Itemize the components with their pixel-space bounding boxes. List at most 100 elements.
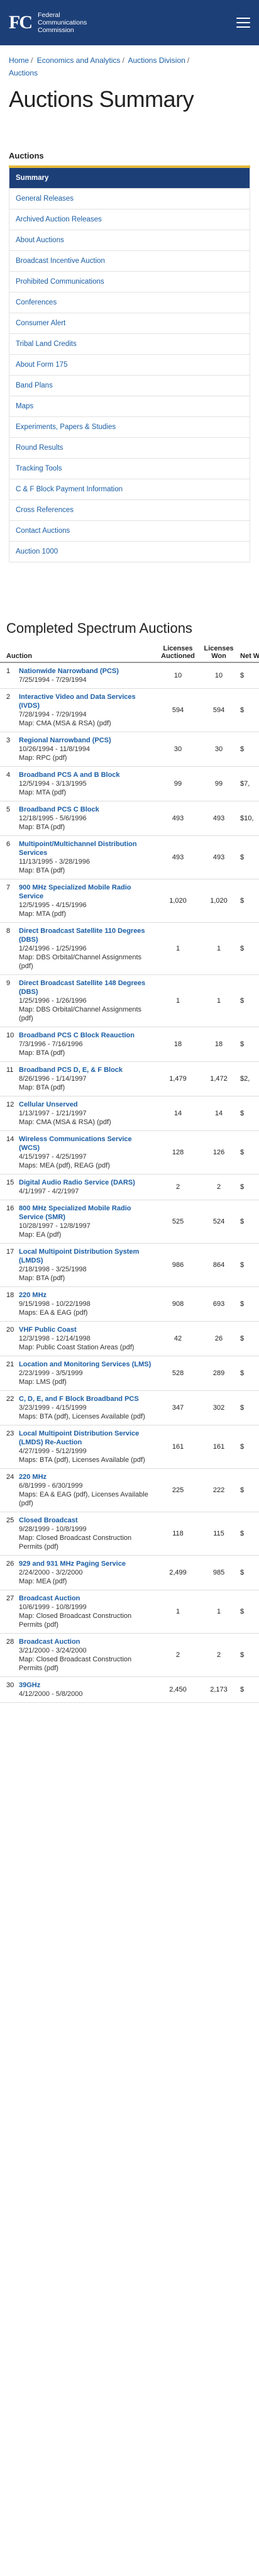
- fcc-logo-text[interactable]: Federal Communications Commission: [38, 11, 87, 34]
- auction-map-link[interactable]: Map: BTA (pdf): [19, 1049, 153, 1057]
- auction-name-link[interactable]: 929 and 931 MHz Paging Service: [19, 1559, 153, 1568]
- auction-map-link[interactable]: Map: MTA (pdf): [19, 788, 153, 797]
- section-nav-item[interactable]: General Releases: [9, 189, 250, 209]
- auction-dates: 7/28/1994 - 7/29/1994: [19, 711, 87, 718]
- section-nav-item[interactable]: Round Results: [9, 438, 250, 459]
- auction-dates: 11/13/1995 - 3/28/1996: [19, 858, 90, 866]
- section-nav-item[interactable]: Experiments, Papers & Studies: [9, 417, 250, 438]
- auction-name-link[interactable]: 39GHz: [19, 1681, 153, 1690]
- auction-map-link[interactable]: Map: MEA (pdf): [19, 1577, 153, 1586]
- auction-map-link[interactable]: Map: Closed Broadcast Construction Permi…: [19, 1655, 153, 1673]
- auction-cell: 900 MHz Specialized Mobile Radio Service…: [16, 879, 157, 923]
- fcc-logo-icon[interactable]: FC: [9, 11, 33, 35]
- auction-name-link[interactable]: Broadband PCS C Block: [19, 805, 153, 814]
- auction-name-link[interactable]: Closed Broadcast: [19, 1516, 153, 1525]
- table-row: 1 Nationwide Narrowband (PCS) 7/25/1994 - …: [0, 662, 259, 689]
- auction-cell: Direct Broadcast Satellite 110 Degrees (…: [16, 922, 157, 975]
- net-winning-bids: $: [238, 1512, 259, 1556]
- auction-name-link[interactable]: Multipoint/Multichannel Distribution Ser…: [19, 840, 153, 857]
- section-nav-item[interactable]: Prohibited Communications: [9, 272, 250, 293]
- section-nav-item[interactable]: Archived Auction Releases: [9, 209, 250, 230]
- licenses-auctioned: 1,020: [156, 879, 201, 923]
- auction-name-link[interactable]: 900 MHz Specialized Mobile Radio Service: [19, 883, 153, 901]
- auction-name-link[interactable]: 220 MHz: [19, 1473, 153, 1481]
- column-header-auction: Auction: [0, 643, 157, 663]
- auction-map-link[interactable]: Map: RPC (pdf): [19, 754, 153, 762]
- auction-cell: 800 MHz Specialized Mobile Radio Service…: [16, 1200, 157, 1244]
- auction-name-link[interactable]: 220 MHz: [19, 1291, 153, 1300]
- section-nav-item[interactable]: About Auctions: [9, 230, 250, 251]
- auction-map-link[interactable]: Maps: BTA (pdf), Licenses Available (pdf…: [19, 1456, 153, 1464]
- auction-name-link[interactable]: Wireless Communications Service (WCS): [19, 1135, 153, 1152]
- auction-map-link[interactable]: Map: Public Coast Station Areas (pdf): [19, 1343, 153, 1352]
- section-nav-item[interactable]: Consumer Alert: [9, 313, 250, 334]
- auction-name-link[interactable]: Direct Broadcast Satellite 148 Degrees (…: [19, 979, 153, 996]
- section-nav-item[interactable]: Band Plans: [9, 376, 250, 396]
- auction-name-link[interactable]: C, D, E, and F Block Broadband PCS: [19, 1395, 153, 1403]
- auction-dates: 2/18/1998 - 3/25/1998: [19, 1266, 87, 1273]
- section-nav-item[interactable]: Broadcast Incentive Auction: [9, 251, 250, 272]
- auction-name-link[interactable]: Broadband PCS D, E, & F Block: [19, 1066, 153, 1074]
- auction-map-link[interactable]: Map: BTA (pdf): [19, 1083, 153, 1092]
- section-nav-item[interactable]: Contact Auctions: [9, 521, 250, 542]
- section-nav-item[interactable]: Cross References: [9, 500, 250, 521]
- auction-name-link[interactable]: Local Multipoint Distribution Service (L…: [19, 1429, 153, 1447]
- column-header-licenses-won: Licenses Won: [200, 643, 238, 663]
- licenses-auctioned: 161: [156, 1425, 201, 1469]
- auction-name-link[interactable]: Regional Narrowband (PCS): [19, 736, 153, 745]
- auction-map-link[interactable]: Map: DBS Orbital/Channel Assignments (pd…: [19, 953, 153, 971]
- auction-name-link[interactable]: 800 MHz Specialized Mobile Radio Service…: [19, 1204, 153, 1222]
- licenses-won: 493: [200, 835, 238, 879]
- net-winning-bids: $: [238, 1130, 259, 1174]
- auction-map-link[interactable]: Map: Closed Broadcast Construction Permi…: [19, 1534, 153, 1551]
- hamburger-menu-icon[interactable]: [236, 18, 250, 28]
- section-nav-item[interactable]: Tracking Tools: [9, 459, 250, 479]
- auction-map-link[interactable]: Map: EA (pdf): [19, 1230, 153, 1239]
- auction-name-link[interactable]: Digital Audio Radio Service (DARS): [19, 1178, 153, 1187]
- auction-map-link[interactable]: Map: Closed Broadcast Construction Permi…: [19, 1612, 153, 1629]
- breadcrumb-home[interactable]: Home: [9, 56, 29, 65]
- completed-auctions-table-wrapper[interactable]: Auction Licenses Auctioned Licenses Won …: [0, 643, 259, 1703]
- section-nav-item[interactable]: Conferences: [9, 293, 250, 313]
- auction-name-link[interactable]: Cellular Unserved: [19, 1100, 153, 1109]
- auction-name-link[interactable]: Broadband PCS A and B Block: [19, 771, 153, 779]
- auction-map-link[interactable]: Map: BTA (pdf): [19, 823, 153, 832]
- auction-map-link[interactable]: Map: CMA (MSA & RSA) (pdf): [19, 719, 153, 728]
- auction-map-link[interactable]: Maps: EA & EAG (pdf): [19, 1308, 153, 1317]
- section-nav-item[interactable]: C & F Block Payment Information: [9, 479, 250, 500]
- table-row: 3 Regional Narrowband (PCS) 10/26/1994 - 1…: [0, 732, 259, 767]
- auction-name-link[interactable]: Broadcast Auction: [19, 1594, 153, 1603]
- breadcrumb-current[interactable]: Auctions: [9, 69, 38, 77]
- auction-map-link[interactable]: Map: BTA (pdf): [19, 1274, 153, 1283]
- auction-name-link[interactable]: Broadcast Auction: [19, 1637, 153, 1646]
- auction-dates: 1/13/1997 - 1/21/1997: [19, 1110, 87, 1117]
- section-nav-item[interactable]: Tribal Land Credits: [9, 334, 250, 355]
- licenses-auctioned: 30: [156, 732, 201, 767]
- auction-map-link[interactable]: Map: BTA (pdf): [19, 866, 153, 875]
- net-winning-bids: $: [238, 1390, 259, 1425]
- auction-name-link[interactable]: Direct Broadcast Satellite 110 Degrees (…: [19, 927, 153, 944]
- breadcrumb-economics[interactable]: Economics and Analytics: [37, 56, 121, 65]
- auction-dates: 7/25/1994 - 7/29/1994: [19, 676, 87, 684]
- auction-number: 27: [0, 1590, 16, 1634]
- auction-name-link[interactable]: Nationwide Narrowband (PCS): [19, 667, 153, 676]
- section-nav-item[interactable]: About Form 175: [9, 355, 250, 376]
- section-nav-item[interactable]: Maps: [9, 396, 250, 417]
- auction-cell: 929 and 931 MHz Paging Service 2/24/2000 …: [16, 1555, 157, 1590]
- breadcrumb-auctions-division[interactable]: Auctions Division: [128, 56, 185, 65]
- auction-map-link[interactable]: Map: LMS (pdf): [19, 1378, 153, 1386]
- auction-map-link[interactable]: Map: MTA (pdf): [19, 910, 153, 918]
- auction-map-link[interactable]: Maps: BTA (pdf), Licenses Available (pdf…: [19, 1412, 153, 1421]
- auction-name-link[interactable]: Interactive Video and Data Services (IVD…: [19, 693, 153, 710]
- auction-name-link[interactable]: Broadband PCS C Block Reauction: [19, 1031, 153, 1040]
- auction-name-link[interactable]: Location and Monitoring Services (LMS): [19, 1360, 153, 1369]
- licenses-auctioned: 99: [156, 766, 201, 801]
- auction-map-link[interactable]: Map: DBS Orbital/Channel Assignments (pd…: [19, 1005, 153, 1023]
- auction-map-link[interactable]: Maps: EA & EAG (pdf), Licenses Available…: [19, 1490, 153, 1508]
- auction-name-link[interactable]: VHF Public Coast: [19, 1325, 153, 1334]
- section-nav-item[interactable]: Auction 1000: [9, 542, 250, 562]
- section-nav-item-summary[interactable]: Summary: [9, 168, 250, 189]
- auction-map-link[interactable]: Map: CMA (MSA & RSA) (pdf): [19, 1118, 153, 1127]
- auction-name-link[interactable]: Local Multipoint Distribution System (LM…: [19, 1247, 153, 1265]
- auction-map-link[interactable]: Maps: MEA (pdf), REAG (pdf): [19, 1161, 153, 1170]
